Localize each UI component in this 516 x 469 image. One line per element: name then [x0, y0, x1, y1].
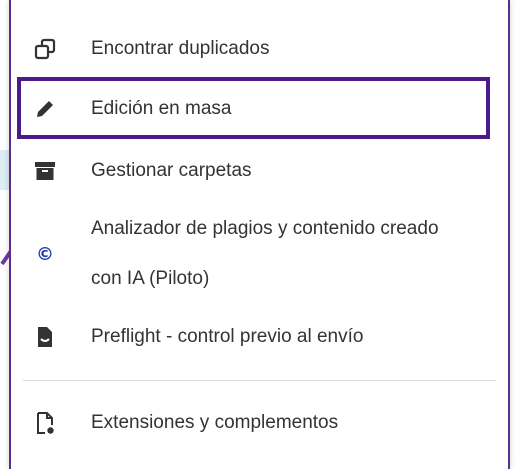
menu-item-plagiarism-analyzer[interactable]: © Analizador de plagios y contenido crea… [11, 204, 508, 304]
menu-item-label: Edición en masa [91, 98, 232, 119]
menu-item-label: Preflight - control previo al envío [91, 326, 364, 347]
extension-file-icon [33, 411, 57, 435]
archive-box-icon [33, 159, 57, 183]
menu-item-bulk-edit[interactable]: Edición en masa [11, 84, 508, 134]
menu-divider [23, 380, 496, 381]
menu-item-find-duplicates[interactable]: Encontrar duplicados [11, 24, 508, 74]
document-check-icon [33, 325, 57, 349]
menu-item-extensions[interactable]: Extensiones y complementos [11, 398, 508, 448]
menu-item-label-line2: con IA (Piloto) [91, 268, 210, 289]
menu-item-label: Gestionar carpetas [91, 160, 252, 181]
menu-item-label: Extensiones y complementos [91, 412, 339, 433]
duplicate-icon [33, 37, 57, 61]
menu-item-label-line1: Analizador de plagios y contenido creado [91, 218, 439, 239]
menu-item-label: Encontrar duplicados [91, 38, 270, 59]
menu-item-preflight[interactable]: Preflight - control previo al envío [11, 312, 508, 362]
tools-dropdown-menu: Encontrar duplicados Edición en masa Ges… [9, 0, 510, 469]
copyright-icon: © [36, 243, 54, 265]
menu-item-manage-folders[interactable]: Gestionar carpetas [11, 146, 508, 196]
pencil-icon [33, 97, 57, 121]
